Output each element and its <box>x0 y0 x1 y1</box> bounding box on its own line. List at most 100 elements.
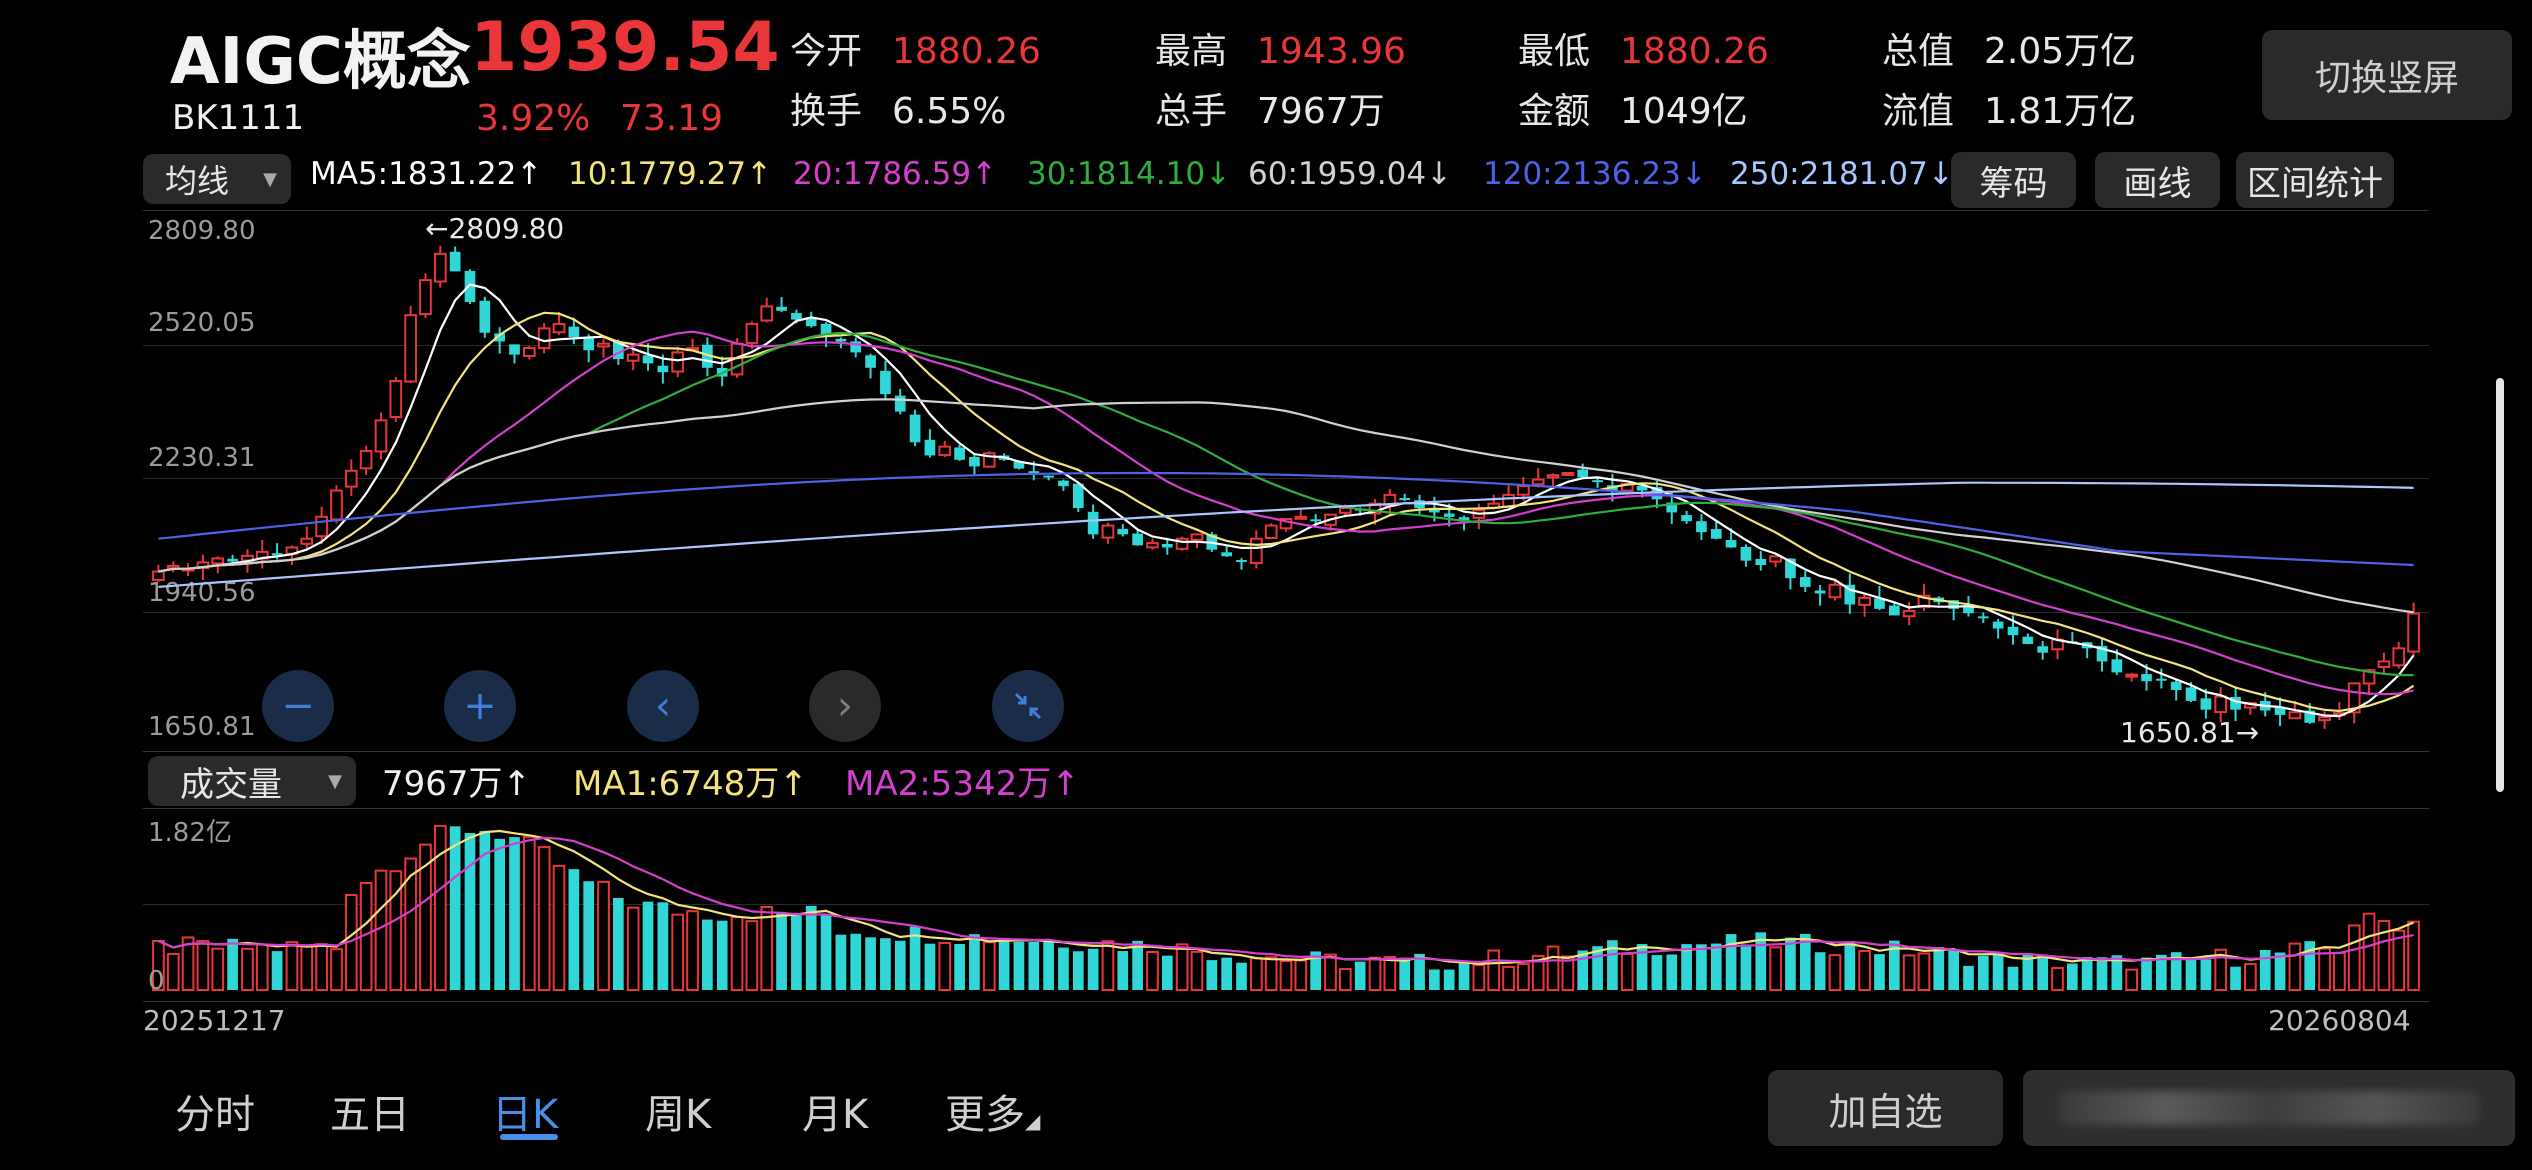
tab-daily-k[interactable]: 日K <box>492 1082 558 1140</box>
volume-bar <box>227 938 238 990</box>
volume-bar <box>1710 943 1722 990</box>
candle-body <box>2185 687 2197 701</box>
volume-chart[interactable] <box>143 808 2429 1000</box>
volume-selector[interactable]: 成交量 ▼ <box>148 756 356 806</box>
volume-bar <box>686 910 699 991</box>
candle-body <box>1814 590 1826 594</box>
change-value: 73.19 <box>620 98 724 139</box>
volume-bar <box>791 915 802 990</box>
tab-five-day[interactable]: 五日 <box>330 1082 410 1140</box>
draw-line-button[interactable]: 画线 <box>2095 152 2220 208</box>
candle-body <box>211 557 225 565</box>
candle-body <box>568 326 580 338</box>
next-button[interactable]: › <box>809 670 881 742</box>
candle-body <box>2141 674 2152 682</box>
volume-bar <box>404 857 417 992</box>
up-arrow-icon: ↑ <box>971 156 998 192</box>
range-stats-button[interactable]: 区间统计 <box>2236 152 2394 208</box>
ma-selector[interactable]: 均线 ▼ <box>143 154 291 204</box>
candle-body <box>865 355 876 368</box>
volume-bar <box>1828 954 1842 991</box>
volume-bar <box>1458 961 1470 990</box>
switch-portrait-button[interactable]: 切换竖屏 <box>2262 30 2512 120</box>
candle-body <box>1888 605 1900 616</box>
tab-weekly-k[interactable]: 周K <box>645 1082 711 1140</box>
ma-legend-value: 10:1779.27 <box>568 156 747 192</box>
candle-body <box>1858 596 1871 606</box>
volume-bar <box>1814 952 1826 990</box>
zoom-out-button[interactable]: − <box>262 670 334 742</box>
volume-bar <box>1058 947 1069 990</box>
candle-body <box>227 558 238 562</box>
candle-body <box>760 305 774 322</box>
candle-body <box>1146 542 1159 549</box>
volume-bar <box>2185 958 2197 990</box>
candle-body <box>1236 559 1247 562</box>
volume-bar <box>330 948 343 991</box>
zoom-in-button[interactable]: + <box>444 670 516 742</box>
candle-body <box>597 342 610 348</box>
volume-bar <box>494 838 506 990</box>
volume-bar <box>2066 963 2078 990</box>
volume-bar <box>1221 957 1232 990</box>
ma-legend-value: MA5:1831.22 <box>310 156 517 192</box>
candle-body <box>1043 475 1054 478</box>
candle-body <box>909 414 921 443</box>
up-arrow-icon: ↑ <box>779 764 808 804</box>
candle-body <box>1101 524 1115 539</box>
candle-body <box>1696 521 1707 533</box>
volume-bar <box>1858 949 1871 992</box>
volume-bar <box>1087 948 1099 990</box>
candle-body <box>404 314 417 383</box>
volume-bar <box>1740 944 1752 990</box>
vertical-scrollbar[interactable] <box>2496 378 2504 792</box>
volume-bar <box>626 906 640 991</box>
candle-body <box>1161 543 1173 548</box>
ma-legend-item: 10:1779.27↑ <box>568 156 772 192</box>
volume-bar <box>1236 962 1247 990</box>
ma-legend-item: 30:1814.10↓ <box>1027 156 1231 192</box>
volume-bar <box>2318 947 2331 992</box>
add-watchlist-button[interactable]: 加自选 <box>1768 1070 2003 1146</box>
stat-item: 总手 7967万 <box>1155 82 1385 134</box>
volume-bar <box>2244 963 2257 991</box>
previous-button[interactable]: ‹ <box>627 670 699 742</box>
price-chart[interactable] <box>143 210 2429 750</box>
candle-body <box>1132 533 1143 546</box>
candle-body <box>1828 583 1842 599</box>
volume-bar <box>464 832 476 990</box>
volume-bar <box>1651 955 1663 990</box>
volume-bar <box>805 905 817 990</box>
candle-body <box>1310 519 1322 522</box>
volume-bar <box>1917 952 1931 991</box>
candle-body <box>1339 507 1352 514</box>
candle-body <box>791 313 802 320</box>
volume-bar <box>702 919 713 990</box>
ma-legend-item: 60:1959.04↓ <box>1248 156 1452 192</box>
volume-bar <box>2051 967 2064 991</box>
candle-body <box>1264 524 1278 539</box>
candle-body <box>2377 660 2391 669</box>
current-price: 1939.54 <box>470 8 780 87</box>
volume-bar <box>271 951 283 990</box>
volume-bar <box>760 906 774 991</box>
up-arrow-icon: ↑ <box>502 764 532 804</box>
volume-bar <box>1161 955 1173 990</box>
obscured-button[interactable] <box>2023 1070 2515 1146</box>
tab-more[interactable]: 更多◢ <box>945 1082 1040 1140</box>
volume-bar <box>2125 968 2139 992</box>
change-percent: 3.92% <box>476 98 591 139</box>
volume-bar <box>2274 952 2286 990</box>
volume-bar <box>255 943 269 991</box>
shrink-button[interactable] <box>992 670 1064 742</box>
candle-body <box>1546 474 1560 479</box>
tab-monthly-k[interactable]: 月K <box>802 1082 868 1140</box>
tab-intraday[interactable]: 分时 <box>175 1082 255 1140</box>
candle-body <box>1992 621 2004 629</box>
volume-bar <box>1132 940 1143 990</box>
candle-body <box>315 515 328 538</box>
volume-bar <box>449 826 461 990</box>
volume-bar <box>1963 965 1974 990</box>
chips-button[interactable]: 筹码 <box>1951 152 2076 208</box>
candle-body <box>344 469 358 488</box>
